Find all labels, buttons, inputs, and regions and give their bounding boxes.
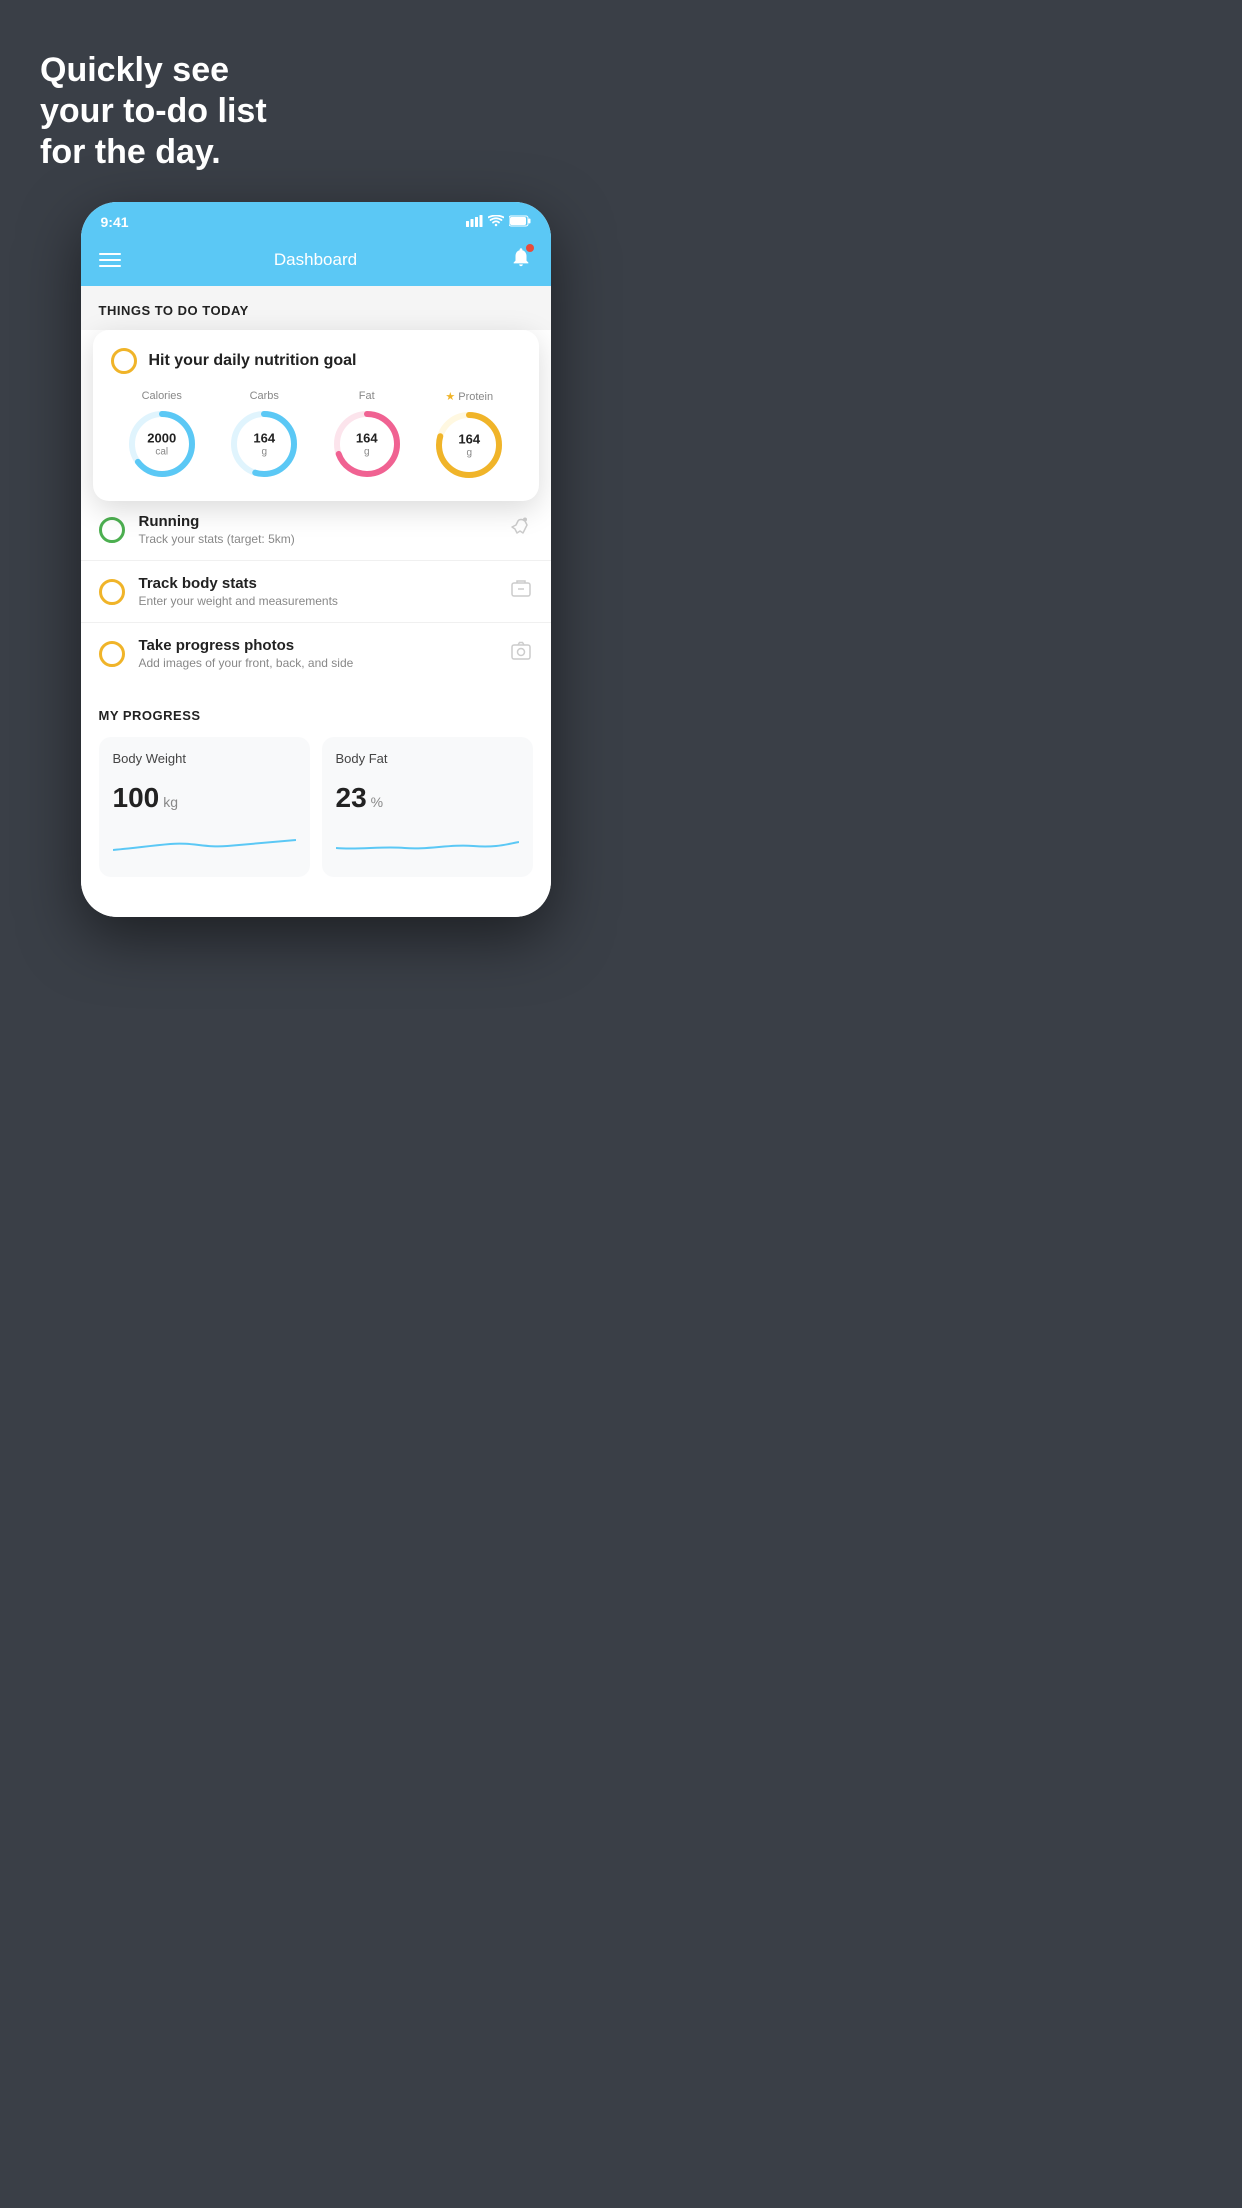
running-checkbox[interactable] bbox=[99, 517, 125, 543]
body-weight-number: 100 bbox=[113, 782, 160, 814]
notification-button[interactable] bbox=[510, 246, 532, 274]
body-stats-title: Track body stats bbox=[139, 575, 495, 592]
featured-card-header: Hit your daily nutrition goal bbox=[111, 348, 521, 374]
photo-icon bbox=[509, 639, 533, 669]
headline-line2: your to-do list bbox=[40, 92, 267, 130]
nutrition-circles: Calories 2000 cal Carbs bbox=[111, 390, 521, 481]
body-fat-unit: % bbox=[371, 794, 383, 810]
progress-section: MY PROGRESS Body Weight 100 kg Body Fat bbox=[81, 692, 551, 897]
protein-unit: g bbox=[458, 447, 480, 458]
notification-dot bbox=[526, 244, 534, 252]
section-title: THINGS TO DO TODAY bbox=[99, 303, 249, 318]
body-fat-title: Body Fat bbox=[336, 751, 519, 766]
headline: Quickly see your to-do list for the day. bbox=[30, 50, 601, 172]
carbs-unit: g bbox=[253, 446, 275, 457]
body-fat-value: 23 % bbox=[336, 782, 519, 814]
scale-icon bbox=[509, 577, 533, 607]
fat-chart: 164 g bbox=[331, 408, 403, 480]
photos-content: Take progress photos Add images of your … bbox=[139, 637, 495, 670]
status-icons bbox=[466, 215, 531, 230]
fat-value: 164 bbox=[356, 432, 378, 446]
todo-item-body-stats[interactable]: Track body stats Enter your weight and m… bbox=[81, 561, 551, 623]
calories-value: 2000 bbox=[147, 432, 176, 446]
progress-cards: Body Weight 100 kg Body Fat 23 % bbox=[99, 737, 533, 877]
progress-title: MY PROGRESS bbox=[99, 708, 533, 723]
body-weight-unit: kg bbox=[163, 794, 178, 810]
section-header: THINGS TO DO TODAY bbox=[81, 286, 551, 330]
running-title: Running bbox=[139, 513, 493, 530]
todo-item-running[interactable]: Running Track your stats (target: 5km) bbox=[81, 499, 551, 561]
battery-icon bbox=[509, 215, 531, 230]
running-icon bbox=[507, 517, 533, 543]
running-subtitle: Track your stats (target: 5km) bbox=[139, 532, 493, 546]
featured-card[interactable]: Hit your daily nutrition goal Calories 2… bbox=[93, 330, 539, 501]
nutrition-calories: Calories 2000 cal bbox=[126, 390, 198, 480]
background: Quickly see your to-do list for the day.… bbox=[0, 0, 621, 1104]
featured-checkbox[interactable] bbox=[111, 348, 137, 374]
signal-icon bbox=[466, 215, 483, 230]
body-weight-title: Body Weight bbox=[113, 751, 296, 766]
carbs-label: Carbs bbox=[250, 390, 279, 402]
body-fat-number: 23 bbox=[336, 782, 367, 814]
headline-line1: Quickly see bbox=[40, 51, 229, 89]
fat-unit: g bbox=[356, 446, 378, 457]
nutrition-protein: ★Protein 164 g bbox=[433, 390, 505, 481]
featured-card-title: Hit your daily nutrition goal bbox=[149, 352, 357, 370]
protein-star-icon: ★ bbox=[445, 390, 455, 403]
carbs-value: 164 bbox=[253, 432, 275, 446]
body-fat-card[interactable]: Body Fat 23 % bbox=[322, 737, 533, 877]
status-bar: 9:41 bbox=[81, 202, 551, 238]
headline-line3: for the day. bbox=[40, 133, 221, 171]
body-weight-value: 100 kg bbox=[113, 782, 296, 814]
bell-icon bbox=[510, 251, 532, 273]
phone-bottom bbox=[81, 897, 551, 917]
body-weight-chart bbox=[113, 828, 296, 858]
running-content: Running Track your stats (target: 5km) bbox=[139, 513, 493, 546]
phone-frame: 9:41 bbox=[81, 202, 551, 917]
photos-title: Take progress photos bbox=[139, 637, 495, 654]
protein-chart: 164 g bbox=[433, 409, 505, 481]
protein-label: ★Protein bbox=[445, 390, 493, 403]
body-weight-card[interactable]: Body Weight 100 kg bbox=[99, 737, 310, 877]
nav-title: Dashboard bbox=[274, 250, 357, 270]
nutrition-fat: Fat 164 g bbox=[331, 390, 403, 480]
body-stats-content: Track body stats Enter your weight and m… bbox=[139, 575, 495, 608]
calories-chart: 2000 cal bbox=[126, 408, 198, 480]
body-stats-checkbox[interactable] bbox=[99, 579, 125, 605]
photos-checkbox[interactable] bbox=[99, 641, 125, 667]
fat-label: Fat bbox=[359, 390, 375, 402]
status-time: 9:41 bbox=[101, 214, 129, 230]
body-fat-chart bbox=[336, 828, 519, 858]
protein-value: 164 bbox=[458, 433, 480, 447]
wifi-icon bbox=[488, 215, 504, 230]
body-stats-subtitle: Enter your weight and measurements bbox=[139, 594, 495, 608]
todo-item-photos[interactable]: Take progress photos Add images of your … bbox=[81, 623, 551, 684]
nav-bar: Dashboard bbox=[81, 238, 551, 286]
carbs-chart: 164 g bbox=[228, 408, 300, 480]
calories-unit: cal bbox=[147, 446, 176, 457]
photos-subtitle: Add images of your front, back, and side bbox=[139, 656, 495, 670]
todo-list: Running Track your stats (target: 5km) T… bbox=[81, 499, 551, 684]
nutrition-carbs: Carbs 164 g bbox=[228, 390, 300, 480]
hamburger-menu-button[interactable] bbox=[99, 253, 121, 267]
calories-label: Calories bbox=[142, 390, 182, 402]
